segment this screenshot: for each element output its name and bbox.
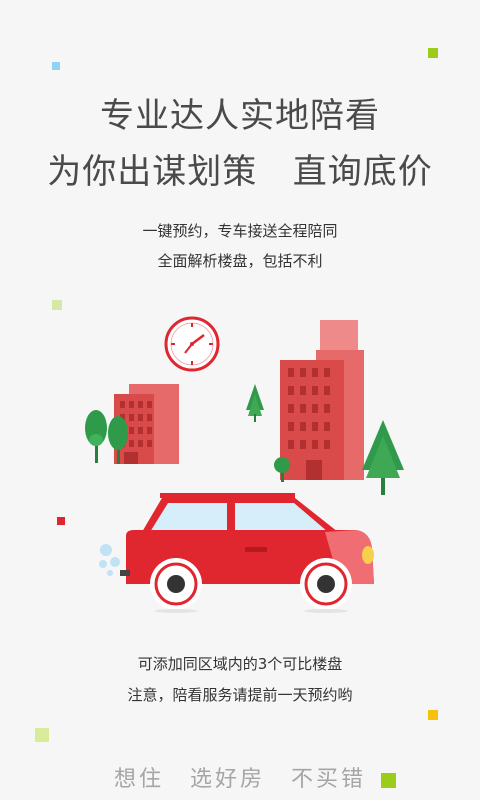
intro-line-1: 一键预约，专车接送全程陪同: [142, 222, 338, 240]
building-icon-right: [280, 320, 364, 480]
guide-screen: 专业达人实地陪看 为你出谋划策 直询底价 一键预约，专车接送全程陪同 全面解析楼…: [0, 0, 480, 800]
slogan: 想住 选好房 不买错: [0, 765, 480, 795]
decor-square-lightgreen-2: [35, 728, 49, 742]
note-line-1: 可添加同区域内的3个可比楼盘: [137, 655, 343, 673]
intro-line-2: 全面解析楼盘，包括不利: [157, 252, 323, 270]
note-line-2: 注意，陪看服务请提前一天预约哟: [127, 686, 353, 704]
slogan-part-2: 选好房: [189, 767, 265, 792]
city-car-illustration: [85, 316, 404, 613]
decor-square-yellow: [428, 710, 438, 720]
slogan-part-1: 想住: [113, 767, 164, 792]
slogan-part-3: 不买错: [291, 767, 367, 792]
decor-square-lightgreen: [52, 300, 62, 310]
decor-square-red: [57, 517, 65, 525]
headline-line-1: 专业达人实地陪看: [100, 96, 380, 136]
tree-icon-small: [246, 384, 264, 422]
headline-line-2: 为你出谋划策 直询底价: [47, 152, 433, 192]
decor-square-green: [428, 48, 438, 58]
clock-icon: [164, 316, 220, 372]
decor-square-blue: [52, 62, 60, 70]
car-icon: [99, 493, 374, 613]
